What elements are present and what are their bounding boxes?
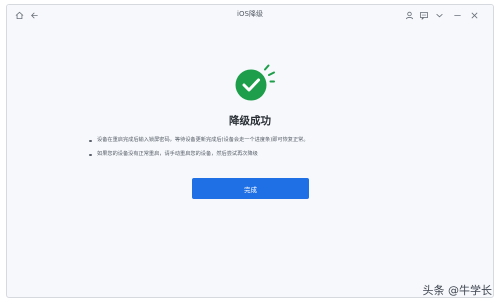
- instruction-list: 设备在重启完成后输入锁屏密码，等待设备更新完成后(设备会走一个进度条)即可恢复正…: [89, 137, 429, 165]
- done-button[interactable]: 完成: [192, 178, 309, 199]
- instruction-text: 如果您的设备没有正常重启，请手动重启您的设备，然后尝试再次降级: [97, 151, 258, 157]
- success-check-icon: [229, 63, 285, 103]
- bullet-icon: [89, 153, 92, 156]
- title-bar: iOS降级: [7, 5, 493, 25]
- minimize-icon[interactable]: [452, 10, 462, 20]
- instruction-item: 如果您的设备没有正常重启，请手动重启您的设备，然后尝试再次降级: [89, 151, 429, 158]
- main-content: 降级成功 设备在重启完成后输入锁屏密码，等待设备更新完成后(设备会走一个进度条)…: [7, 25, 493, 297]
- bullet-icon: [89, 139, 92, 142]
- success-heading: 降级成功: [229, 115, 271, 127]
- feedback-icon[interactable]: [419, 10, 429, 20]
- watermark-text: 头条 @牛学长: [422, 284, 493, 297]
- chevron-down-icon[interactable]: [434, 10, 444, 20]
- instruction-text: 设备在重启完成后输入锁屏密码，等待设备更新完成后(设备会走一个进度条)即可恢复正…: [97, 137, 309, 143]
- app-window: iOS降级 降级成功 设备在重启完成后输入锁屏密码，等待设备更新完成后(设备会走…: [6, 4, 494, 298]
- instruction-item: 设备在重启完成后输入锁屏密码，等待设备更新完成后(设备会走一个进度条)即可恢复正…: [89, 137, 429, 144]
- close-icon[interactable]: [469, 10, 479, 20]
- user-icon[interactable]: [404, 10, 414, 20]
